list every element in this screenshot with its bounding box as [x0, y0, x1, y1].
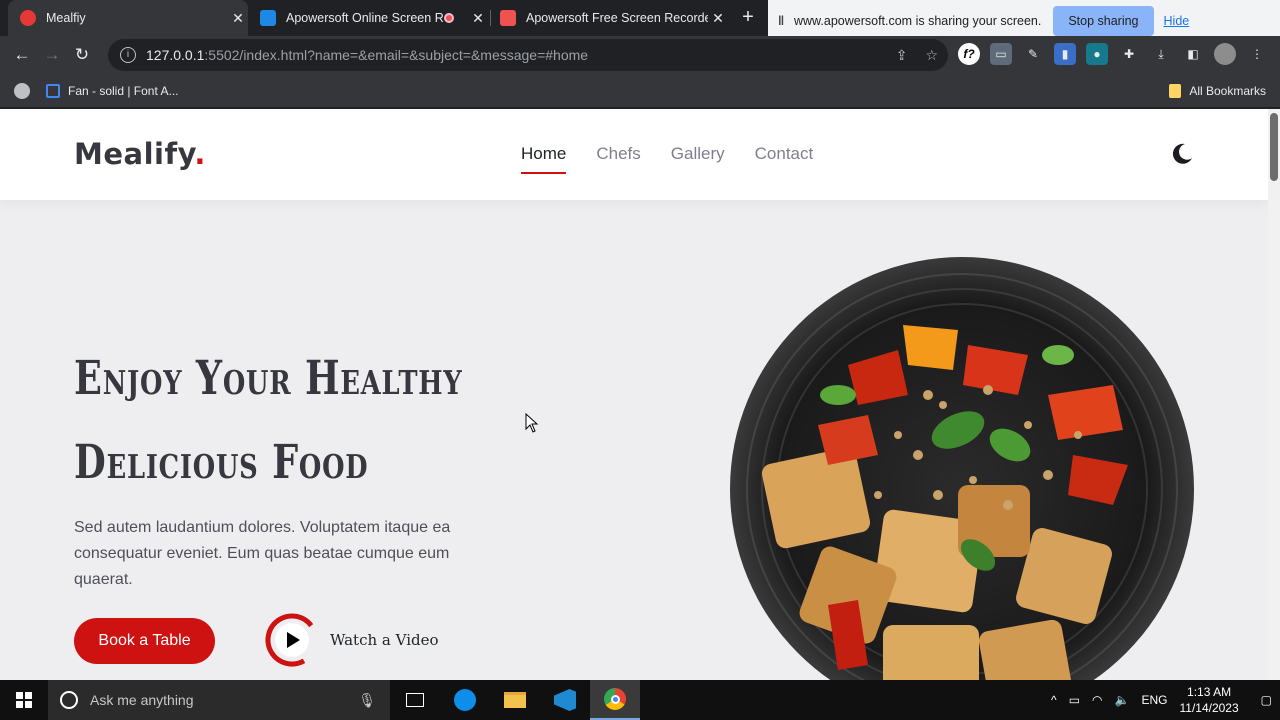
windows-taskbar: Ask me anything 🎙 ^ ▭ ◠ 🔈 ENG 1:13 AM 11… [0, 680, 1280, 720]
watch-video-label: Watch a Video [330, 631, 439, 649]
hero-title: Enjoy Your Healthy Delicious Food [74, 337, 480, 505]
file-explorer-icon[interactable] [490, 680, 540, 720]
site-logo[interactable]: Mealify. [74, 137, 206, 171]
profile-avatar[interactable] [1214, 43, 1236, 65]
globe-icon[interactable] [14, 82, 30, 99]
sidepanel-icon[interactable]: ◧ [1182, 43, 1204, 65]
site-header: Mealify. Home Chefs Gallery Contact [0, 109, 1268, 200]
book-table-button[interactable]: Book a Table [74, 618, 215, 664]
tab-title: Mealfiy [46, 11, 86, 25]
hero-title-line-2: Delicious Food [74, 435, 369, 490]
microphone-icon[interactable]: 🎙 [358, 692, 376, 709]
clock-date: 11/14/2023 [1179, 701, 1239, 715]
logo-dot: . [194, 137, 206, 171]
url-path: :5502/index.html?name=&email=&subject=&m… [204, 47, 589, 63]
bookmarks-bar: Fan - solid | Font A... All Bookmarks [0, 74, 1280, 108]
kebab-menu-icon[interactable]: ⋮ [1246, 43, 1268, 65]
color-picker-icon[interactable]: ✎ [1022, 43, 1044, 65]
clock-time: 1:13 AM [1187, 685, 1232, 699]
wifi-icon[interactable]: ◠ [1092, 693, 1102, 707]
tab-apowersoft-online[interactable]: Apowersoft Online Screen R ✕ [252, 0, 488, 36]
recorder-extension-icon[interactable]: ● [1086, 43, 1108, 65]
volume-icon[interactable]: 🔈 [1115, 693, 1130, 707]
puzzle-icon[interactable]: ✚ [1118, 43, 1140, 65]
tab-title: Apowersoft Online Screen R [286, 11, 444, 25]
nav-chefs[interactable]: Chefs [596, 144, 640, 170]
nav-contact[interactable]: Contact [755, 144, 814, 170]
battery-icon[interactable]: ▭ [1069, 693, 1080, 707]
chevron-up-icon[interactable]: ^ [1051, 693, 1057, 707]
hero-description: Sed autem laudantium dolores. Voluptatem… [74, 519, 451, 588]
nav-gallery[interactable]: Gallery [671, 144, 725, 170]
taskbar-search[interactable]: Ask me anything 🎙 [48, 680, 390, 720]
chrome-icon[interactable] [590, 680, 640, 720]
url-host: 127.0.0.1 [146, 47, 205, 63]
bookmark-font-awesome[interactable]: Fan - solid | Font A... [46, 83, 179, 98]
download-icon[interactable]: ⤓ [1150, 43, 1172, 65]
flag-icon [46, 83, 60, 98]
info-icon[interactable]: i [120, 47, 136, 63]
fontface-ninja-icon[interactable]: f? [958, 43, 980, 65]
web-page: Mealify. Home Chefs Gallery Contact Enjo… [0, 109, 1268, 680]
windows-start-button[interactable] [0, 680, 48, 720]
task-view-icon[interactable] [390, 680, 440, 720]
food-plate-image [730, 257, 1194, 680]
hide-link[interactable]: Hide [1164, 14, 1190, 28]
close-icon[interactable]: ✕ [468, 10, 488, 27]
cortana-icon [60, 691, 78, 709]
browser-toolbar: ← → ↻ i 127.0.0.1:5502/index.html?name=&… [0, 36, 1280, 74]
scrollbar-thumb[interactable] [1270, 113, 1278, 181]
tab-separator [490, 10, 491, 26]
new-tab-button[interactable]: + [736, 6, 760, 30]
extensions-area: f? ▭ ✎ ▮ ● ✚ ⤓ ◧ ⋮ [958, 43, 1268, 65]
vscode-icon[interactable] [540, 680, 590, 720]
apowersoft-favicon-icon [260, 10, 276, 26]
language-indicator[interactable]: ENG [1141, 693, 1167, 707]
search-placeholder: Ask me anything [90, 692, 194, 708]
reload-icon[interactable]: ↻ [67, 40, 97, 70]
back-arrow-icon[interactable]: ← [7, 40, 37, 70]
moon-icon[interactable] [1170, 142, 1194, 166]
windows-logo-icon [16, 692, 32, 708]
recording-icon [444, 13, 454, 23]
address-bar[interactable]: i 127.0.0.1:5502/index.html?name=&email=… [108, 39, 948, 71]
system-tray: ^ ▭ ◠ 🔈 ENG 1:13 AM 11/14/2023 ▢ [1051, 684, 1280, 716]
docs-extension-icon[interactable]: ▮ [1054, 43, 1076, 65]
play-icon[interactable] [264, 612, 320, 668]
clock[interactable]: 1:13 AM 11/14/2023 [1179, 684, 1238, 716]
watch-video-button[interactable]: Watch a Video [264, 612, 439, 668]
tab-apowersoft-recorder[interactable]: Apowersoft Free Screen Recorde ✕ [492, 0, 728, 36]
logo-text: Mealify [74, 137, 195, 171]
all-bookmarks-label: All Bookmarks [1189, 83, 1266, 98]
close-icon[interactable]: ✕ [228, 10, 248, 27]
share-notice-text: www.apowersoft.com is sharing your scree… [794, 14, 1042, 28]
image-extension-icon[interactable]: ▭ [990, 43, 1012, 65]
tab-title: Apowersoft Free Screen Recorde [526, 11, 708, 25]
tab-mealfiy[interactable]: Mealfiy ✕ [8, 0, 248, 36]
main-nav: Home Chefs Gallery Contact [521, 144, 814, 174]
stop-sharing-button[interactable]: Stop sharing [1053, 6, 1154, 36]
page-scrollbar[interactable] [1268, 109, 1280, 680]
pause-icon: ‖ [778, 14, 785, 28]
hero-title-line-1: Enjoy Your Healthy [74, 351, 463, 406]
mouse-cursor-icon [525, 413, 539, 433]
bookmark-label: Fan - solid | Font A... [68, 83, 179, 98]
nav-home[interactable]: Home [521, 144, 567, 174]
notifications-icon[interactable]: ▢ [1261, 693, 1272, 707]
teamviewer-icon[interactable] [440, 680, 490, 720]
forward-arrow-icon[interactable]: → [37, 40, 67, 70]
close-icon[interactable]: ✕ [708, 10, 728, 27]
mealify-favicon-icon [20, 10, 36, 26]
apowersoft-recorder-favicon-icon [500, 10, 516, 26]
share-icon[interactable]: ⇪ [896, 47, 908, 64]
folder-icon [1169, 83, 1182, 98]
star-icon[interactable]: ☆ [925, 47, 938, 64]
all-bookmarks-button[interactable]: All Bookmarks [1169, 83, 1266, 98]
